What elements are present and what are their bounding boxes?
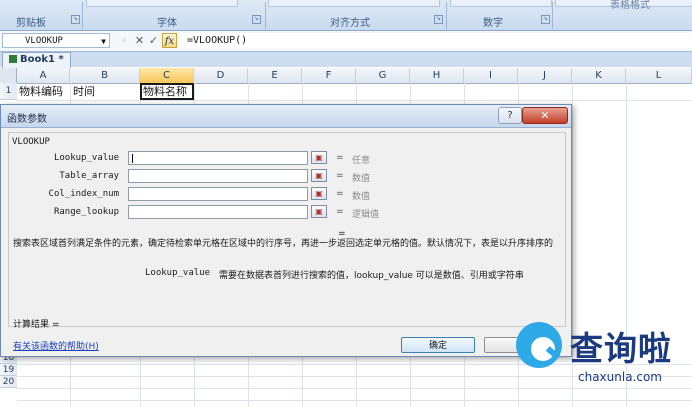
current-arg-name: Lookup_value [145,268,211,278]
arg-hint-table-array: 数值 [352,174,371,184]
arg-hint-range-lookup: 逻辑值 [352,210,380,220]
column-header-i[interactable]: I [464,68,518,83]
name-box-value: VLOOKUP [25,36,63,46]
ribbon-font-controls [86,0,238,7]
workbook-tab-label: Book1 * [20,54,64,65]
number-launcher-icon[interactable]: ↘ [541,15,550,24]
ribbon-group-clipboard: 剪贴板 [16,18,46,29]
ribbon-separator [265,2,266,29]
arg-equals: = [336,171,344,181]
lookup-value-input[interactable] [128,151,308,165]
ribbon-group-alignment: 对齐方式 [330,18,370,29]
range-picker-icon[interactable]: ▣ [311,187,327,200]
font-launcher-icon[interactable]: ↘ [252,15,261,24]
current-arg-description: 需要在数据表首列进行搜索的值，lookup_value 可以是数值、引用或字符串 [219,271,524,281]
ribbon-table-format-label: 表格格式 [610,0,650,11]
gridline [17,400,692,401]
chevron-down-icon[interactable]: ▼ [101,34,106,49]
cell-b1[interactable]: 时间 [73,84,95,100]
arg-equals: = [336,153,344,163]
range-lookup-input[interactable] [128,205,308,219]
gridline [17,100,692,101]
column-header-k[interactable]: K [572,68,626,83]
arg-label-table-array: Table_array [59,171,119,181]
ribbon-group-font: 字体 [157,18,177,29]
formula-bar: VLOOKUP ▼ ◦ ✕ ✓ fx =VLOOKUP() [0,31,692,52]
ribbon-group-number: 数字 [483,18,503,29]
magnifier-q-icon [516,322,562,368]
function-help-link[interactable]: 有关该函数的帮助(H) [13,339,99,352]
ribbon-separator [552,2,553,29]
arg-hint-lookup-value: 任意 [352,156,371,166]
row-header-19[interactable]: 19 [0,364,17,376]
ribbon-separator [446,2,447,29]
workbook-tab-row: Book1 * [0,52,692,68]
arg-hint-col-index-num: 数值 [352,192,371,202]
range-picker-icon[interactable]: ▣ [311,169,327,182]
column-header-c[interactable]: C [140,68,194,83]
confirm-check-icon[interactable]: ✓ [147,34,160,47]
column-header-e[interactable]: E [248,68,302,83]
col-index-num-input[interactable] [128,187,308,201]
column-header-h[interactable]: H [410,68,464,83]
column-header-l[interactable]: L [626,68,692,83]
ribbon-number-controls [450,0,552,7]
function-name: VLOOKUP [12,137,50,147]
column-header-j[interactable]: J [518,68,572,83]
site-logo: 查询啦 chaxunla.com [512,318,692,390]
range-picker-icon[interactable]: ▣ [311,205,327,218]
column-header-d[interactable]: D [194,68,248,83]
table-array-input[interactable] [128,169,308,183]
formula-input[interactable]: =VLOOKUP() [181,33,692,48]
active-cell-outline [140,83,194,100]
ok-button[interactable]: 确定 [401,337,475,353]
dialog-title-bar[interactable]: 函数参数 ? ✕ [1,105,571,128]
dialog-title: 函数参数 [7,114,47,125]
calculation-result: 计算结果 = [13,320,60,330]
select-all-corner[interactable] [0,68,17,83]
close-icon[interactable]: ✕ [522,107,568,124]
ribbon-separator [82,2,83,29]
arg-label-range-lookup: Range_lookup [53,207,119,217]
ribbon-group-strip: 剪贴板 ↘ 字体 ↘ 对齐方式 ↘ 数字 ↘ 表格格式 [0,0,692,31]
name-box[interactable]: VLOOKUP ▼ [2,33,110,48]
column-header-a[interactable]: A [17,68,70,83]
insert-function-button[interactable]: fx [162,33,177,48]
arg-equals: = [336,189,344,199]
alignment-launcher-icon[interactable]: ↘ [434,15,443,24]
logo-text-en: chaxunla.com [578,370,662,384]
excel-workbook-icon [9,55,17,63]
formula-cancel-dot-icon: ◦ [121,34,128,47]
workbook-tab[interactable]: Book1 * [2,52,71,68]
column-headers: A B C D E F G H I J K L [17,68,692,84]
arg-label-col-index-num: Col_index_num [48,189,119,199]
logo-text-cn: 查询啦 [570,329,672,368]
help-icon[interactable]: ? [498,107,522,124]
row-header-20[interactable]: 20 [0,376,17,388]
cancel-x-icon[interactable]: ✕ [133,34,146,47]
arg-equals: = [336,207,344,217]
function-description: 搜索表区域首列满足条件的元素，确定待检索单元格在区域中的行序号，再进一步返回选定… [13,239,554,249]
range-picker-icon[interactable]: ▣ [311,151,327,164]
description-equals: = [338,229,346,239]
ribbon-align-controls [268,0,440,7]
column-header-g[interactable]: G [356,68,410,83]
arg-label-lookup-value: Lookup_value [53,153,119,163]
clipboard-launcher-icon[interactable]: ↘ [71,15,80,24]
row-header-1[interactable]: 1 [0,83,17,100]
column-header-b[interactable]: B [70,68,140,83]
text-caret [132,154,133,163]
cell-a1[interactable]: 物料编码 [19,84,63,100]
column-header-f[interactable]: F [302,68,356,83]
function-arguments-dialog: 函数参数 ? ✕ VLOOKUP Lookup_value ▣ = 任意 Tab… [0,104,572,357]
